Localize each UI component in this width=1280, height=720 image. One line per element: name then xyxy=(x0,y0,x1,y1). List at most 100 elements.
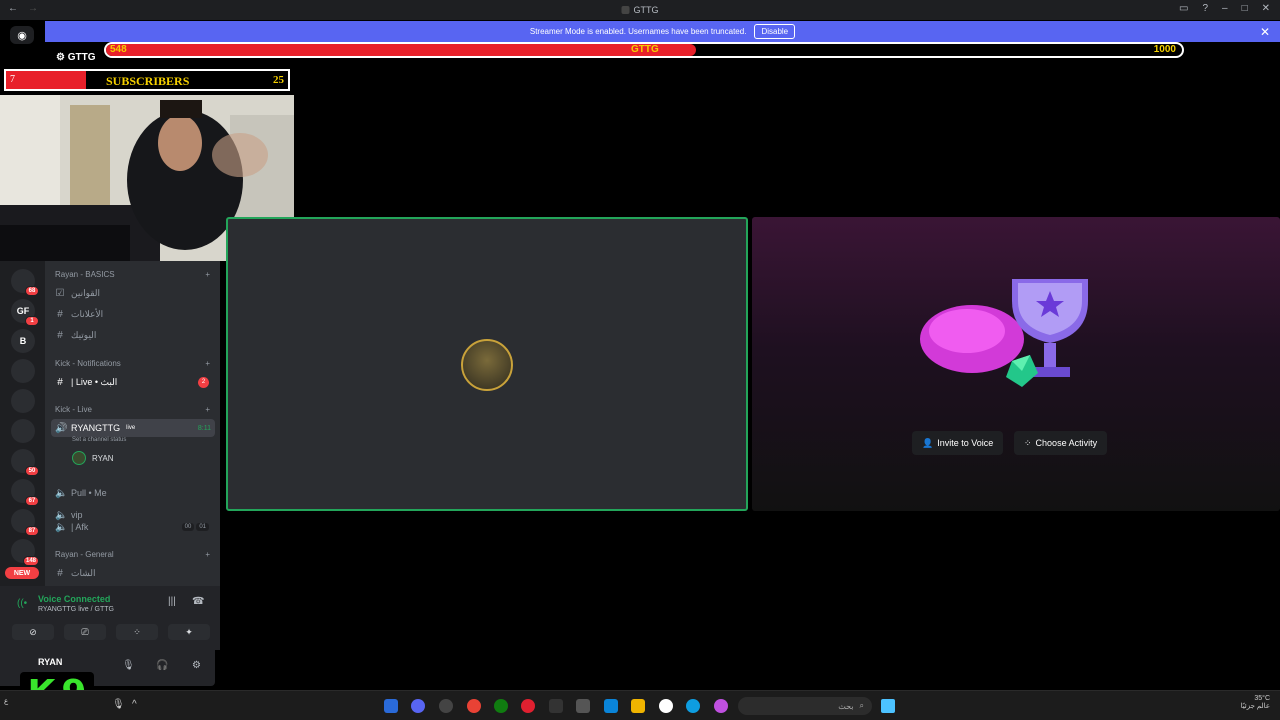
chevron-up-icon[interactable]: ^ xyxy=(132,699,137,710)
server-icon[interactable]: 148 xyxy=(11,539,39,566)
channel-videos[interactable]: # اليوتيك xyxy=(51,326,215,344)
app-icon[interactable] xyxy=(576,699,590,713)
mention-badge: 148 xyxy=(22,556,39,566)
plus-icon[interactable]: + xyxy=(205,550,210,559)
plus-icon[interactable]: + xyxy=(205,405,210,414)
windows-start-icon[interactable] xyxy=(881,699,895,713)
plus-icon[interactable]: + xyxy=(205,359,210,368)
edge-icon[interactable] xyxy=(686,699,700,713)
server-icon[interactable] xyxy=(11,359,35,383)
server-icon[interactable] xyxy=(11,419,35,443)
plus-icon[interactable]: + xyxy=(205,270,210,279)
noise-suppression-icon[interactable]: ||| xyxy=(168,596,176,607)
close-icon[interactable]: ✕ xyxy=(1260,25,1270,39)
store-icon[interactable] xyxy=(604,699,618,713)
voice-connection-panel: ((• Voice Connected RYANGTTG live / GTTG… xyxy=(0,586,220,650)
progress-label: GTTG xyxy=(631,44,659,55)
back-arrow-icon[interactable]: ← xyxy=(8,3,18,14)
voice-channel-pull-me[interactable]: 🔈 Pull • Me xyxy=(51,484,215,502)
server-icon[interactable]: 50 xyxy=(11,449,39,476)
app-icon[interactable] xyxy=(439,699,453,713)
server-icon[interactable]: 67 xyxy=(11,479,39,506)
app-icon[interactable] xyxy=(549,699,563,713)
server-name-header[interactable]: ⚙ GTTG xyxy=(56,52,96,63)
channel-rules[interactable]: ☑ القوانين xyxy=(51,284,215,302)
soundboard-button[interactable]: ✦ xyxy=(168,624,210,640)
title-bar: ← → GTTG ▭ ? – □ ✕ xyxy=(0,0,1280,20)
mention-badge: 50 xyxy=(25,466,39,476)
inbox-icon[interactable]: ▭ xyxy=(1179,3,1188,14)
search-icon: ⌕ xyxy=(859,701,864,710)
voice-channel-ryangttg[interactable]: 🔊 RYANGTTG live 8:11 xyxy=(51,419,215,437)
channel-chat[interactable]: # الشات xyxy=(51,564,215,582)
trophy-illustration xyxy=(920,279,1088,387)
channel-status-prompt[interactable]: Set a channel status xyxy=(72,437,126,443)
taskbar-search[interactable]: بحث ⌕ xyxy=(738,697,872,715)
username[interactable]: RYAN xyxy=(38,657,62,667)
hash-icon: # xyxy=(57,308,63,320)
progress-goal: 1000 xyxy=(1153,44,1176,55)
channel-announcements[interactable]: # الأعلانات xyxy=(51,305,215,323)
maximize-button[interactable]: □ xyxy=(1242,3,1248,14)
server-rail: 68 GF 1 B 50 67 87 148 xyxy=(0,261,45,586)
voice-channel-afk[interactable]: 🔈 | Afk 00 01 xyxy=(51,518,215,536)
screen-share-button[interactable]: ⎚ xyxy=(64,624,106,640)
subscribers-count: 7 xyxy=(10,74,15,85)
chrome-icon[interactable] xyxy=(467,699,481,713)
disconnect-icon[interactable]: ☎ xyxy=(192,596,204,607)
xbox-icon[interactable] xyxy=(494,699,508,713)
disable-streamer-mode-button[interactable]: Disable xyxy=(754,24,796,39)
server-icon[interactable]: GF 1 xyxy=(11,299,39,326)
voice-member[interactable]: RYAN xyxy=(72,451,114,465)
windows-taskbar: ع 🎙 ^ بحث ⌕ 35°C عالم جزئيًا xyxy=(0,690,1280,720)
vscode-icon[interactable] xyxy=(384,699,398,713)
app-icon[interactable] xyxy=(659,699,673,713)
category-kick-live[interactable]: Kick - Live + xyxy=(55,405,210,414)
mention-count-badge: 2 xyxy=(198,376,209,388)
progress-fill xyxy=(106,44,696,56)
discord-logo-icon[interactable]: ◉ xyxy=(10,26,34,44)
choose-activity-button[interactable]: ⁘ Choose Activity xyxy=(1014,431,1108,455)
channel-occupancy: 00 01 xyxy=(181,523,209,531)
category-rayan-basics[interactable]: Rayan - BASICS + xyxy=(55,270,210,279)
headphones-icon[interactable]: 🎧 xyxy=(156,660,168,671)
server-icon[interactable]: 87 xyxy=(11,509,39,536)
channel-live[interactable]: # | Live • البث 2 xyxy=(51,373,215,391)
new-badge: NEW xyxy=(5,567,39,579)
hash-icon: # xyxy=(57,567,63,579)
window-title: GTTG xyxy=(633,5,659,15)
server-icon[interactable]: B xyxy=(11,329,35,353)
streamer-mode-banner: Streamer Mode is enabled. Usernames have… xyxy=(45,21,1280,42)
activities-button[interactable]: ⁘ xyxy=(116,624,158,640)
mention-badge: 68 xyxy=(25,286,39,296)
close-window-button[interactable]: ✕ xyxy=(1262,3,1270,14)
signal-icon[interactable]: ((• xyxy=(17,598,27,609)
weather-widget[interactable]: 35°C عالم جزئيًا xyxy=(1241,695,1270,710)
mention-badge: 67 xyxy=(25,496,39,506)
help-icon[interactable]: ? xyxy=(1202,3,1208,14)
category-rayan-general[interactable]: Rayan - General + xyxy=(55,550,210,559)
banner-text: Streamer Mode is enabled. Usernames have… xyxy=(529,27,747,36)
gear-icon[interactable]: ⚙ xyxy=(192,660,201,671)
input-language[interactable]: ع xyxy=(4,697,8,705)
camera-off-button[interactable]: ⊘ xyxy=(12,624,54,640)
copilot-icon[interactable] xyxy=(714,699,728,713)
voice-channel-path[interactable]: RYANGTTG live / GTTG xyxy=(38,606,114,613)
server-icon[interactable]: 68 xyxy=(11,269,39,296)
app-icon[interactable] xyxy=(521,699,535,713)
folder-icon[interactable] xyxy=(631,699,645,713)
add-user-icon: 👤 xyxy=(922,437,934,448)
participant-tile[interactable] xyxy=(226,217,748,511)
subscribers-goal: 25 xyxy=(273,74,284,86)
speaker-icon: 🔈 xyxy=(55,487,68,499)
minimize-button[interactable]: – xyxy=(1222,3,1228,14)
discord-taskbar-icon[interactable] xyxy=(411,699,425,713)
speaker-icon: 🔈 xyxy=(55,521,68,533)
category-kick-notifications[interactable]: Kick - Notifications + xyxy=(55,359,210,368)
invite-to-voice-button[interactable]: 👤 Invite to Voice xyxy=(912,431,1004,455)
microphone-icon[interactable]: 🎙 xyxy=(122,660,135,671)
server-icon[interactable] xyxy=(11,389,35,413)
forward-arrow-icon[interactable]: → xyxy=(28,3,38,14)
microphone-icon[interactable]: 🎙 xyxy=(112,699,125,710)
voice-timer: 8:11 xyxy=(197,424,211,432)
